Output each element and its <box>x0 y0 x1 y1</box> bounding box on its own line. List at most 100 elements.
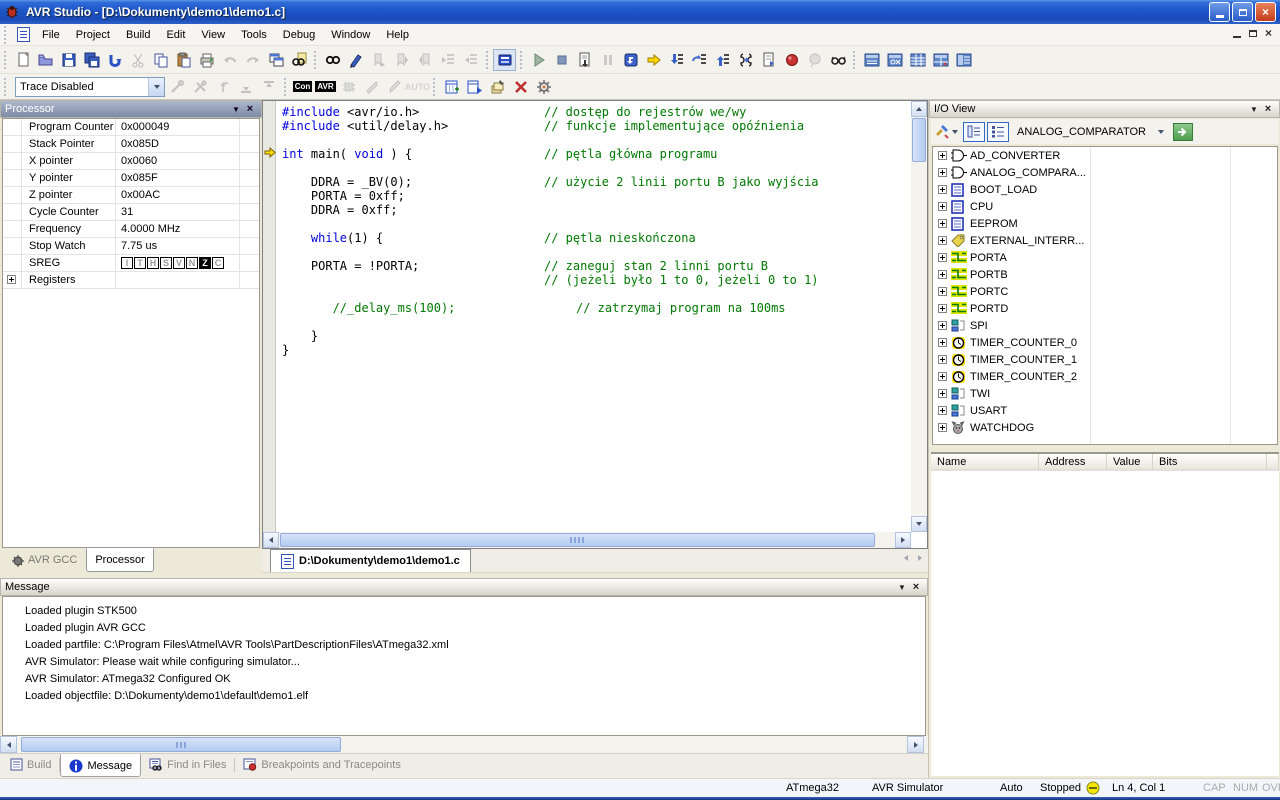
scroll-down-icon[interactable] <box>911 516 927 532</box>
verify-icon[interactable] <box>383 76 406 98</box>
io-list-view-icon[interactable] <box>987 122 1009 142</box>
tree-item[interactable]: PORTA <box>933 249 1277 266</box>
bookmark-next-icon[interactable] <box>390 49 413 71</box>
tree-item[interactable]: SPI <box>933 317 1277 334</box>
hscroll-thumb[interactable] <box>21 737 341 752</box>
tab-message[interactable]: Message <box>60 754 141 777</box>
find-in-files-icon[interactable] <box>287 49 310 71</box>
close-icon[interactable]: × <box>909 581 923 594</box>
tree-item[interactable]: AD_CONVERTER <box>933 147 1277 164</box>
io-tree-view-icon[interactable] <box>963 122 985 142</box>
tree-item[interactable]: PORTB <box>933 266 1277 283</box>
menu-help[interactable]: Help <box>378 26 417 44</box>
reload-icon[interactable] <box>103 49 126 71</box>
message-log[interactable]: Loaded plugin STK500 Loaded plugin AVR G… <box>2 596 926 736</box>
avr-programmer-icon[interactable]: AVR <box>314 76 337 98</box>
expand-icon[interactable] <box>938 321 947 330</box>
tree-item[interactable]: BOOT_LOAD <box>933 181 1277 198</box>
file-tab[interactable]: D:\Dokumenty\demo1\demo1.c <box>270 549 471 572</box>
show-next-statement-icon[interactable] <box>642 49 665 71</box>
trace-up-icon[interactable] <box>257 76 280 98</box>
tab-avr-gcc[interactable]: AVR GCC <box>2 549 86 571</box>
expand-icon[interactable] <box>7 275 16 284</box>
sreg-flag-t[interactable]: T <box>134 257 146 269</box>
auto-mode-icon[interactable]: AUTO <box>406 76 429 98</box>
tree-item[interactable]: WATCHDOG <box>933 419 1277 436</box>
tab-find-in-files[interactable]: Find in Files <box>141 754 234 775</box>
expand-icon[interactable] <box>938 304 947 313</box>
tree-item[interactable]: USART <box>933 402 1277 419</box>
menu-edit[interactable]: Edit <box>158 26 193 44</box>
processor-row[interactable]: Y pointer0x085F <box>3 170 259 187</box>
cut-icon[interactable] <box>126 49 149 71</box>
chevron-down-icon[interactable] <box>148 78 164 96</box>
tree-item[interactable]: PORTD <box>933 300 1277 317</box>
tab-scroll-left-icon[interactable] <box>904 555 908 561</box>
scroll-right-icon[interactable] <box>895 532 911 548</box>
bookmark-prev-icon[interactable] <box>413 49 436 71</box>
expand-icon[interactable] <box>938 406 947 415</box>
scroll-left-icon[interactable] <box>263 532 279 548</box>
processor-row[interactable]: Program Counter0x000049 <box>3 119 259 136</box>
restore-button[interactable] <box>1232 2 1253 22</box>
io-register-combobox[interactable]: ANALOG_COMPARATOR <box>1013 122 1169 142</box>
tree-item[interactable]: TIMER_COUNTER_1 <box>933 351 1277 368</box>
bookmark-toggle-icon[interactable] <box>367 49 390 71</box>
expand-icon[interactable] <box>938 168 947 177</box>
program-device-icon[interactable] <box>486 76 509 98</box>
new-file-icon[interactable] <box>11 49 34 71</box>
menu-build[interactable]: Build <box>118 26 158 44</box>
tree-item[interactable]: PORTC <box>933 283 1277 300</box>
menu-project[interactable]: Project <box>68 26 118 44</box>
auto-step-icon[interactable] <box>757 49 780 71</box>
expand-icon[interactable] <box>938 355 947 364</box>
sreg-flag-i[interactable]: I <box>121 257 133 269</box>
tree-item[interactable]: TIMER_COUNTER_2 <box>933 368 1277 385</box>
quick-watch-icon[interactable] <box>826 49 849 71</box>
editor-vscrollbar[interactable] <box>911 101 927 532</box>
menu-window[interactable]: Window <box>323 26 378 44</box>
trace-pin-icon[interactable] <box>165 76 188 98</box>
io-go-icon[interactable] <box>1173 123 1193 141</box>
restart-icon[interactable] <box>573 49 596 71</box>
processor-row[interactable]: Stack Pointer0x085D <box>3 136 259 153</box>
minimize-button[interactable] <box>1209 2 1230 22</box>
pause-icon[interactable] <box>596 49 619 71</box>
close-icon[interactable]: × <box>1261 103 1275 116</box>
watch-window-icon[interactable] <box>860 49 883 71</box>
redo-icon[interactable] <box>241 49 264 71</box>
remove-breakpoints-icon[interactable] <box>803 49 826 71</box>
expand-icon[interactable] <box>938 202 947 211</box>
save-all-icon[interactable] <box>80 49 103 71</box>
tab-build[interactable]: Build <box>2 754 59 775</box>
code-content[interactable]: #include <avr/io.h>// dostęp do rejestró… <box>263 105 911 532</box>
clean-icon[interactable] <box>509 76 532 98</box>
expand-icon[interactable] <box>938 236 947 245</box>
tab-processor[interactable]: Processor <box>86 548 154 572</box>
expand-icon[interactable] <box>938 270 947 279</box>
save-icon[interactable] <box>57 49 80 71</box>
tree-item[interactable]: ANALOG_COMPARA... <box>933 164 1277 181</box>
expand-icon[interactable] <box>938 389 947 398</box>
make-icon[interactable] <box>440 76 463 98</box>
menu-view[interactable]: View <box>193 26 233 44</box>
processor-row[interactable]: X pointer0x0060 <box>3 153 259 170</box>
chevron-down-icon[interactable] <box>1153 123 1169 141</box>
menu-file[interactable]: File <box>34 26 68 44</box>
reset-icon[interactable] <box>619 49 642 71</box>
expand-icon[interactable] <box>938 151 947 160</box>
tree-item[interactable]: EEPROM <box>933 215 1277 232</box>
processor-row[interactable]: Cycle Counter31 <box>3 204 259 221</box>
toggle-breakpoint-icon[interactable] <box>780 49 803 71</box>
undo-icon[interactable] <box>218 49 241 71</box>
sreg-flag-n[interactable]: N <box>186 257 198 269</box>
io-refresh-icon[interactable] <box>931 121 961 143</box>
run-icon[interactable] <box>527 49 550 71</box>
outdent-icon[interactable] <box>459 49 482 71</box>
mdi-minimize-icon[interactable] <box>1233 36 1241 38</box>
tree-item[interactable]: CPU <box>933 198 1277 215</box>
expand-icon[interactable] <box>938 185 947 194</box>
scroll-right-icon[interactable] <box>907 736 924 753</box>
paste-icon[interactable] <box>172 49 195 71</box>
processor-row[interactable]: Z pointer0x00AC <box>3 187 259 204</box>
